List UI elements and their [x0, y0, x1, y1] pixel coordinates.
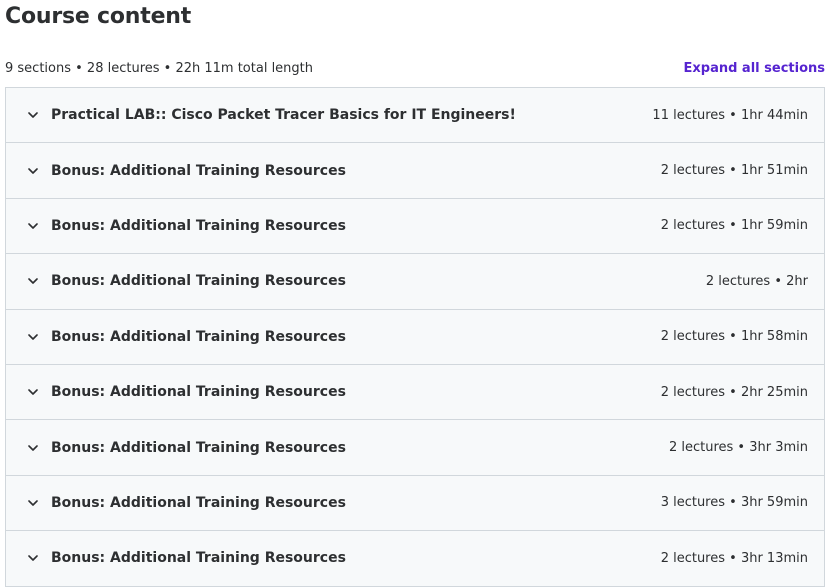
section-meta: 2 lectures • 1hr 58min	[660, 329, 808, 345]
section-header[interactable]: Bonus: Additional Training Resources 3 l…	[6, 475, 824, 532]
section-header[interactable]: Bonus: Additional Training Resources 2 l…	[6, 309, 824, 365]
section-header[interactable]: Bonus: Additional Training Resources 2 l…	[6, 254, 824, 310]
section-meta: 2 lectures • 1hr 51min	[660, 163, 808, 179]
section-meta: 2 lectures • 3hr 13min	[660, 550, 808, 566]
section-header[interactable]: Practical LAB:: Cisco Packet Tracer Basi…	[6, 88, 824, 144]
section-header[interactable]: Bonus: Additional Training Resources 2 l…	[6, 531, 824, 587]
section-meta: 11 lectures • 1hr 44min	[652, 107, 808, 123]
chevron-down-icon	[27, 552, 39, 564]
section-header[interactable]: Bonus: Additional Training Resources 2 l…	[6, 364, 824, 421]
expand-all-sections-button[interactable]: Expand all sections	[684, 61, 825, 76]
section-meta: 3 lectures • 3hr 59min	[660, 495, 808, 511]
section-header[interactable]: Bonus: Additional Training Resources 2 l…	[6, 420, 824, 476]
chevron-down-icon	[27, 275, 39, 287]
chevron-down-icon	[27, 331, 39, 343]
section-header[interactable]: Bonus: Additional Training Resources 2 l…	[6, 143, 824, 199]
section-title: Bonus: Additional Training Resources	[51, 384, 346, 401]
section-header[interactable]: Bonus: Additional Training Resources 2 l…	[6, 198, 824, 255]
chevron-down-icon	[27, 109, 39, 121]
section-title: Practical LAB:: Cisco Packet Tracer Basi…	[51, 107, 516, 124]
chevron-down-icon	[27, 165, 39, 177]
section-title: Bonus: Additional Training Resources	[51, 439, 346, 456]
chevron-down-icon	[27, 497, 39, 509]
course-summary: 9 sections • 28 lectures • 22h 11m total…	[5, 60, 314, 76]
chevron-down-icon	[27, 220, 39, 232]
course-summary-row: 9 sections • 28 lectures • 22h 11m total…	[5, 58, 825, 78]
section-title: Bonus: Additional Training Resources	[51, 550, 346, 567]
chevron-down-icon	[27, 386, 39, 398]
page-title: Course content	[5, 4, 192, 29]
section-title: Bonus: Additional Training Resources	[51, 217, 346, 234]
section-title: Bonus: Additional Training Resources	[51, 273, 346, 290]
sections-accordion: Practical LAB:: Cisco Packet Tracer Basi…	[5, 87, 825, 587]
section-title: Bonus: Additional Training Resources	[51, 162, 346, 179]
section-meta: 2 lectures • 3hr 3min	[668, 440, 808, 456]
chevron-down-icon	[27, 442, 39, 454]
section-title: Bonus: Additional Training Resources	[51, 328, 346, 345]
section-title: Bonus: Additional Training Resources	[51, 494, 346, 511]
section-meta: 2 lectures • 2hr 25min	[660, 384, 808, 400]
section-meta: 2 lectures • 1hr 59min	[660, 218, 808, 234]
section-meta: 2 lectures • 2hr	[705, 273, 808, 289]
